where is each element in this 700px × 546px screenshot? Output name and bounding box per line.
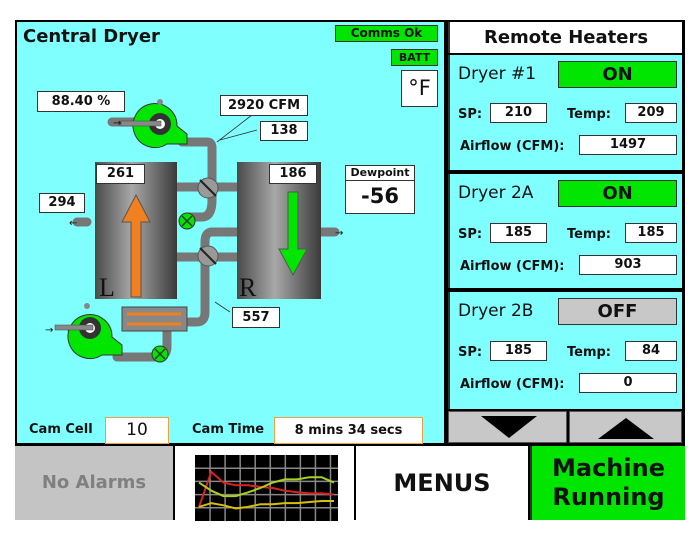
menus-button[interactable]: MENUS [356, 446, 528, 520]
blower-inlet-arrow-icon: → [113, 118, 121, 129]
scroll-down-button[interactable] [448, 411, 567, 443]
sp-value[interactable]: 185 [490, 341, 547, 361]
sp-label: SP: [458, 345, 483, 360]
heater-card-dryer-2b: Dryer 2B OFF SP: 185 Temp: 84 Airflow (C… [448, 292, 682, 409]
cam-cell-label: Cam Cell [29, 422, 93, 437]
airflow-label: Airflow (CFM): [460, 139, 565, 154]
regen-temp-readout: 557 [232, 307, 280, 328]
right-hopper-temp-readout: 186 [269, 164, 317, 184]
right-hopper-letter: R [239, 273, 257, 302]
regen-heater-icon [121, 306, 188, 332]
heater-status-toggle[interactable]: OFF [558, 298, 677, 325]
heater-name: Dryer 2B [458, 301, 534, 321]
triangle-up-icon [598, 418, 654, 439]
temp-label: Temp: [567, 345, 612, 360]
sp-label: SP: [458, 107, 483, 122]
airflow-value: 1497 [579, 135, 677, 155]
lower-three-way-valve [197, 245, 219, 267]
heater-card-dryer-1: Dryer #1 ON SP: 210 Temp: 209 Airflow (C… [448, 55, 682, 170]
triangle-down-icon [481, 416, 537, 438]
process-temp-readout: 138 [260, 121, 308, 141]
airflow-value: 903 [579, 255, 677, 275]
remote-heaters-title: Remote Heaters [448, 22, 682, 53]
process-blower-icon [120, 99, 188, 149]
pipe-mid [200, 227, 242, 252]
temp-label: Temp: [567, 107, 612, 122]
machine-status-line-2: Running [552, 483, 665, 511]
cam-time-label: Cam Time [192, 422, 265, 437]
airflow-value: 0 [579, 373, 677, 393]
heater-name: Dryer 2A [458, 183, 534, 203]
regen-temp-callout-line [214, 301, 231, 313]
temp-value: 185 [625, 223, 677, 243]
heater-name: Dryer #1 [458, 64, 537, 84]
trend-button[interactable] [175, 446, 354, 521]
heater-status-toggle[interactable]: ON [558, 61, 677, 88]
airflow-label: Airflow (CFM): [460, 377, 565, 392]
left-exhaust-arrow-icon: ← [69, 218, 77, 229]
temp-value: 209 [625, 103, 677, 123]
heater-status-toggle[interactable]: ON [558, 180, 677, 207]
left-hopper-temp-readout: 261 [96, 164, 145, 184]
sp-label: SP: [458, 227, 483, 242]
dewpoint-panel: Dewpoint -56 [345, 165, 415, 214]
alarms-button[interactable]: No Alarms [15, 446, 173, 520]
airflow-cfm-readout: 2920 CFM [220, 95, 308, 116]
cam-time-value: 8 mins 34 secs [274, 417, 423, 444]
sp-value[interactable]: 210 [490, 103, 547, 123]
temp-label: Temp: [567, 227, 612, 242]
central-dryer-panel: Central Dryer Comms Ok BATT °F ← → → → L… [17, 22, 444, 444]
left-hopper-letter: L [99, 273, 115, 302]
temp-value: 84 [625, 341, 677, 361]
bypass-valve-icon [178, 212, 196, 230]
pipe-regen-up [184, 252, 210, 327]
regen-valve-icon [151, 345, 169, 363]
regen-inlet-arrow-icon: → [45, 325, 53, 336]
machine-status-button[interactable]: Machine Running [530, 446, 685, 520]
upper-three-way-valve [197, 177, 219, 199]
machine-status-line-1: Machine [552, 454, 665, 482]
left-exhaust-temp-readout: 294 [39, 193, 85, 213]
regen-blower-icon [54, 303, 123, 360]
dewpoint-label: Dewpoint [346, 166, 414, 181]
airflow-label: Airflow (CFM): [460, 259, 565, 274]
cam-cell-value: 10 [105, 417, 169, 444]
dewpoint-value: -56 [361, 184, 399, 208]
remote-heaters-panel: Remote Heaters Dryer #1 ON SP: 210 Temp:… [448, 22, 682, 443]
process-diagram: ← → → → L R [45, 99, 343, 363]
scroll-up-button[interactable] [569, 411, 682, 443]
sp-value[interactable]: 185 [490, 223, 547, 243]
blower-percent-readout: 88.40 % [37, 91, 125, 112]
right-outlet-arrow-icon: → [335, 228, 343, 239]
heater-card-dryer-2a: Dryer 2A ON SP: 185 Temp: 185 Airflow (C… [448, 174, 682, 288]
airflow-callout-line [216, 114, 253, 143]
trend-chart-thumbnail-icon [195, 455, 338, 521]
